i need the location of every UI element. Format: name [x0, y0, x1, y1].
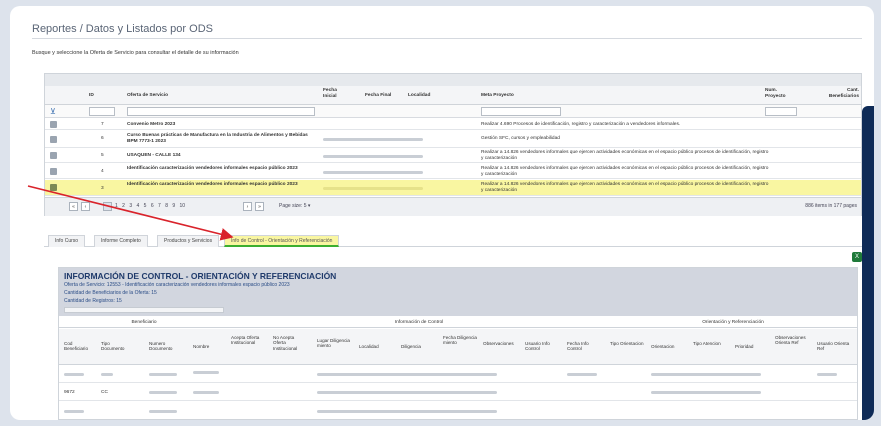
- report-window: Reportes / Datos y Listados por ODS Busq…: [10, 6, 874, 420]
- annotation-arrow-icon: [27, 185, 234, 241]
